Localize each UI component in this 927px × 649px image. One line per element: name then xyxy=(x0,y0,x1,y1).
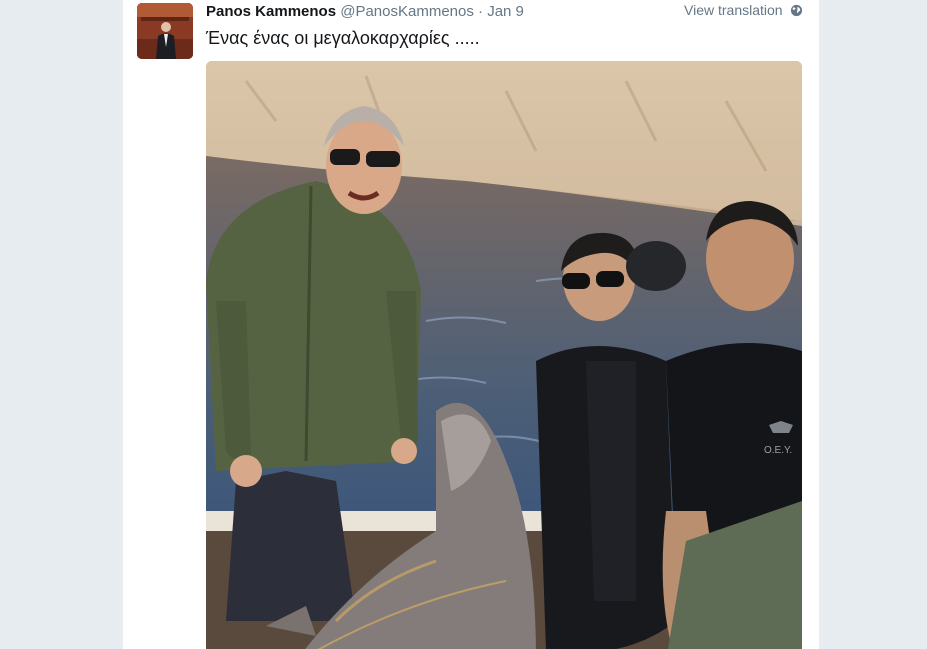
username[interactable]: @PanosKammenos xyxy=(340,3,474,20)
display-name[interactable]: Panos Kammenos xyxy=(206,3,336,20)
view-translation-label: View translation xyxy=(684,2,783,18)
photo-image: Ο.Ε.Υ. xyxy=(206,61,802,649)
timestamp[interactable]: Jan 9 xyxy=(487,3,524,20)
tweet-text: Ένας ένας οι μεγαλοκαρχαρίες ..... xyxy=(206,28,480,48)
avatar-image xyxy=(137,3,193,59)
tweet-photo[interactable]: Ο.Ε.Υ. xyxy=(206,61,802,649)
globe-icon xyxy=(790,4,803,20)
tweet-card: Panos Kammenos @PanosKammenos · Jan 9 Vi… xyxy=(123,0,819,649)
avatar[interactable] xyxy=(137,3,193,59)
view-translation-link[interactable]: View translation xyxy=(684,2,803,20)
separator: · xyxy=(478,3,484,20)
shirt-patch-text: Ο.Ε.Υ. xyxy=(764,445,792,456)
